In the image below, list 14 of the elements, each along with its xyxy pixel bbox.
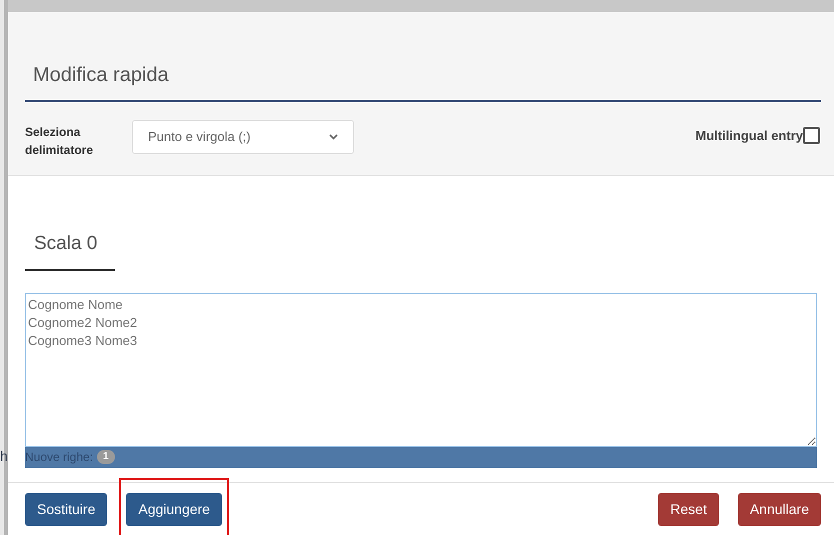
- cancel-button[interactable]: Annullare: [738, 492, 821, 526]
- section-tab[interactable]: Scala 0: [34, 233, 98, 254]
- background-text: h: [0, 447, 8, 466]
- names-textarea[interactable]: Cognome Nome Cognome2 Nome2 Cognome3 Nome3: [25, 292, 817, 446]
- dialog-title: Modifica rapida: [33, 63, 169, 88]
- cancel-button[interactable]: Reset: [658, 492, 719, 526]
- delimiter-select[interactable]: Punto e virgola (;): [132, 120, 354, 154]
- count-badge: 1: [97, 450, 115, 464]
- action-button[interactable]: Aggiungere: [126, 492, 222, 526]
- chevron-down-icon: [329, 134, 338, 140]
- action-button[interactable]: Sostituire: [25, 492, 108, 526]
- delimiter-label: Seleziona delimitatore: [25, 124, 94, 159]
- multilingual-label: Multilingual entry: [695, 127, 803, 145]
- multilingual-checkbox[interactable]: [803, 127, 820, 144]
